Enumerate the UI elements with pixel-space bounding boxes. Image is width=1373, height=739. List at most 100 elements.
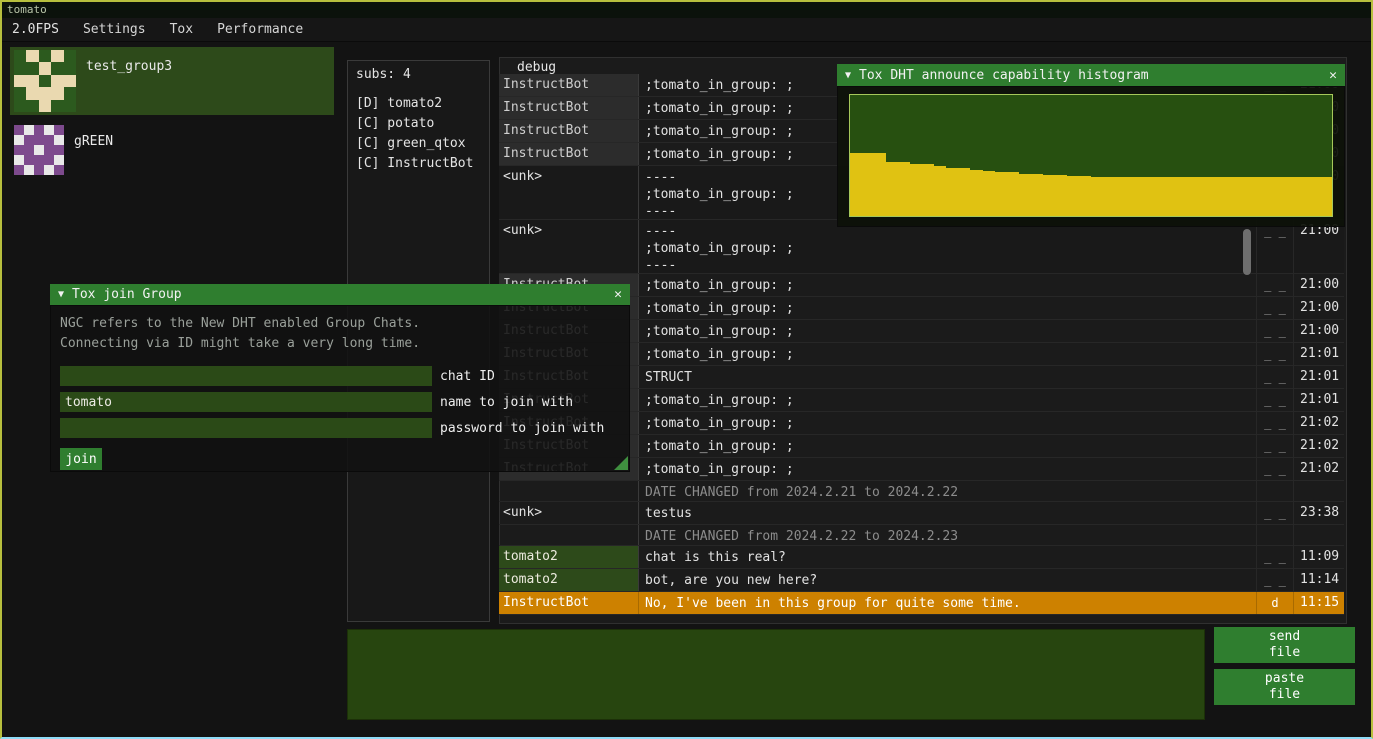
- chat-message-row[interactable]: <unk>----;tomato_in_group: ;----_ _21:00: [499, 220, 1344, 274]
- subs-list-item[interactable]: [C] green_qtox: [356, 134, 481, 154]
- chat-message: chat is this real?: [639, 546, 1256, 568]
- fps-counter: 2.0FPS: [2, 18, 71, 41]
- chat-message: DATE CHANGED from 2024.2.22 to 2024.2.23: [639, 525, 1256, 545]
- chat-message: ;tomato_in_group: ;: [639, 412, 1256, 434]
- histogram-bar: [1320, 177, 1332, 216]
- subs-header: subs: 4: [356, 67, 481, 82]
- menu-bar: 2.0FPS SettingsToxPerformance: [2, 18, 1371, 42]
- chat-flags: _ _: [1256, 435, 1293, 457]
- histogram-bar: [1115, 177, 1127, 216]
- join-button[interactable]: join: [60, 448, 102, 470]
- group-list-item[interactable]: gREEN: [10, 122, 334, 178]
- chat-timestamp: 11:09: [1293, 546, 1344, 568]
- collapse-arrow-icon[interactable]: ▼: [845, 70, 851, 81]
- histogram-bar: [1103, 177, 1115, 216]
- join-group-window: ▼ Tox join Group ✕ NGC refers to the New…: [50, 284, 630, 472]
- menu-items: SettingsToxPerformance: [71, 18, 315, 41]
- chat-sender: InstructBot: [499, 120, 639, 142]
- join-group-titlebar[interactable]: ▼ Tox join Group ✕: [50, 284, 630, 305]
- chat-message: ;tomato_in_group: ;: [639, 297, 1256, 319]
- histogram-bar: [1019, 174, 1031, 216]
- join-name-input[interactable]: [60, 392, 432, 412]
- subs-list-item[interactable]: [C] potato: [356, 114, 481, 134]
- chat-timestamp: 21:00: [1293, 297, 1344, 319]
- chat-id-label: chat ID: [440, 369, 495, 384]
- send-file-button[interactable]: send file: [1214, 627, 1355, 663]
- histogram-bar: [1031, 174, 1043, 216]
- chat-timestamp: 21:02: [1293, 458, 1344, 480]
- chat-message: ;tomato_in_group: ;: [639, 458, 1256, 480]
- histogram-bar: [1127, 177, 1139, 216]
- histogram-bar: [1151, 177, 1163, 216]
- chat-timestamp: [1293, 525, 1344, 545]
- join-password-input[interactable]: [60, 418, 432, 438]
- menu-settings[interactable]: Settings: [71, 18, 158, 41]
- menu-tox[interactable]: Tox: [158, 18, 205, 41]
- chat-sender: [499, 525, 639, 545]
- histogram-bar: [1223, 177, 1235, 216]
- chat-flags: _ _: [1256, 389, 1293, 411]
- message-input[interactable]: [347, 629, 1205, 720]
- histogram-bar: [1139, 177, 1151, 216]
- histogram-bar: [1308, 177, 1320, 216]
- histogram-bar: [1007, 172, 1019, 216]
- chat-flags: [1256, 481, 1293, 501]
- chat-message: ----;tomato_in_group: ;----: [639, 220, 1256, 273]
- os-titlebar[interactable]: tomato: [2, 2, 1371, 18]
- subs-items: [D] tomato2[C] potato[C] green_qtox[C] I…: [356, 94, 481, 174]
- chat-header: debug: [517, 60, 556, 75]
- chat-flags: [1256, 525, 1293, 545]
- dht-histogram-plot: [849, 94, 1333, 217]
- chat-message-row[interactable]: <unk>testus_ _23:38: [499, 502, 1344, 525]
- histogram-bar: [958, 168, 970, 216]
- chat-message: ;tomato_in_group: ;: [639, 343, 1256, 365]
- histogram-bar: [1236, 177, 1248, 216]
- histogram-bar: [1199, 177, 1211, 216]
- histogram-bar: [898, 162, 910, 216]
- join-info-line1: NGC refers to the New DHT enabled Group …: [60, 314, 620, 334]
- chat-message: ;tomato_in_group: ;: [639, 320, 1256, 342]
- chat-flags: _ _: [1256, 569, 1293, 591]
- histogram-bar: [1284, 177, 1296, 216]
- chat-id-input[interactable]: [60, 366, 432, 386]
- dht-histogram-title: Tox DHT announce capability histogram: [859, 68, 1149, 83]
- join-group-body: NGC refers to the New DHT enabled Group …: [50, 305, 630, 472]
- chat-flags: d: [1256, 592, 1293, 614]
- chat-message-row[interactable]: tomato2chat is this real?_ _11:09: [499, 546, 1344, 569]
- chat-message-row[interactable]: tomato2bot, are you new here?_ _11:14: [499, 569, 1344, 592]
- chat-timestamp: 21:01: [1293, 366, 1344, 388]
- chat-timestamp: 11:15: [1293, 592, 1344, 614]
- chat-timestamp: 21:02: [1293, 435, 1344, 457]
- histogram-bar: [850, 153, 862, 216]
- paste-file-button[interactable]: paste file: [1214, 669, 1355, 705]
- chat-timestamp: 21:00: [1293, 220, 1344, 273]
- collapse-arrow-icon[interactable]: ▼: [58, 289, 64, 300]
- chat-sender: InstructBot: [499, 143, 639, 165]
- close-icon[interactable]: ✕: [614, 287, 622, 302]
- histogram-bar: [970, 170, 982, 216]
- histogram-bar: [922, 164, 934, 216]
- resize-grip[interactable]: [614, 456, 628, 470]
- group-avatar: [14, 125, 64, 175]
- close-icon[interactable]: ✕: [1329, 68, 1337, 83]
- chat-sender: tomato2: [499, 569, 639, 591]
- histogram-bar: [1175, 177, 1187, 216]
- histogram-bar: [862, 153, 874, 216]
- chat-timestamp: 21:00: [1293, 274, 1344, 296]
- chat-message: ;tomato_in_group: ;: [639, 435, 1256, 457]
- histogram-bar: [1248, 177, 1260, 216]
- window-title: tomato: [7, 3, 47, 16]
- chat-flags: _ _: [1256, 297, 1293, 319]
- chat-message: STRUCT: [639, 366, 1256, 388]
- subs-list-item[interactable]: [C] InstructBot: [356, 154, 481, 174]
- chat-flags: _ _: [1256, 274, 1293, 296]
- chat-flags: _ _: [1256, 366, 1293, 388]
- histogram-bar: [1272, 177, 1284, 216]
- chat-message-row[interactable]: InstructBotNo, I've been in this group f…: [499, 592, 1344, 615]
- subs-list-item[interactable]: [D] tomato2: [356, 94, 481, 114]
- chat-scrollbar[interactable]: [1243, 229, 1251, 275]
- chat-sender: [499, 481, 639, 501]
- dht-histogram-titlebar[interactable]: ▼ Tox DHT announce capability histogram …: [837, 64, 1345, 86]
- group-list-item[interactable]: test_group3: [10, 47, 334, 115]
- menu-performance[interactable]: Performance: [205, 18, 315, 41]
